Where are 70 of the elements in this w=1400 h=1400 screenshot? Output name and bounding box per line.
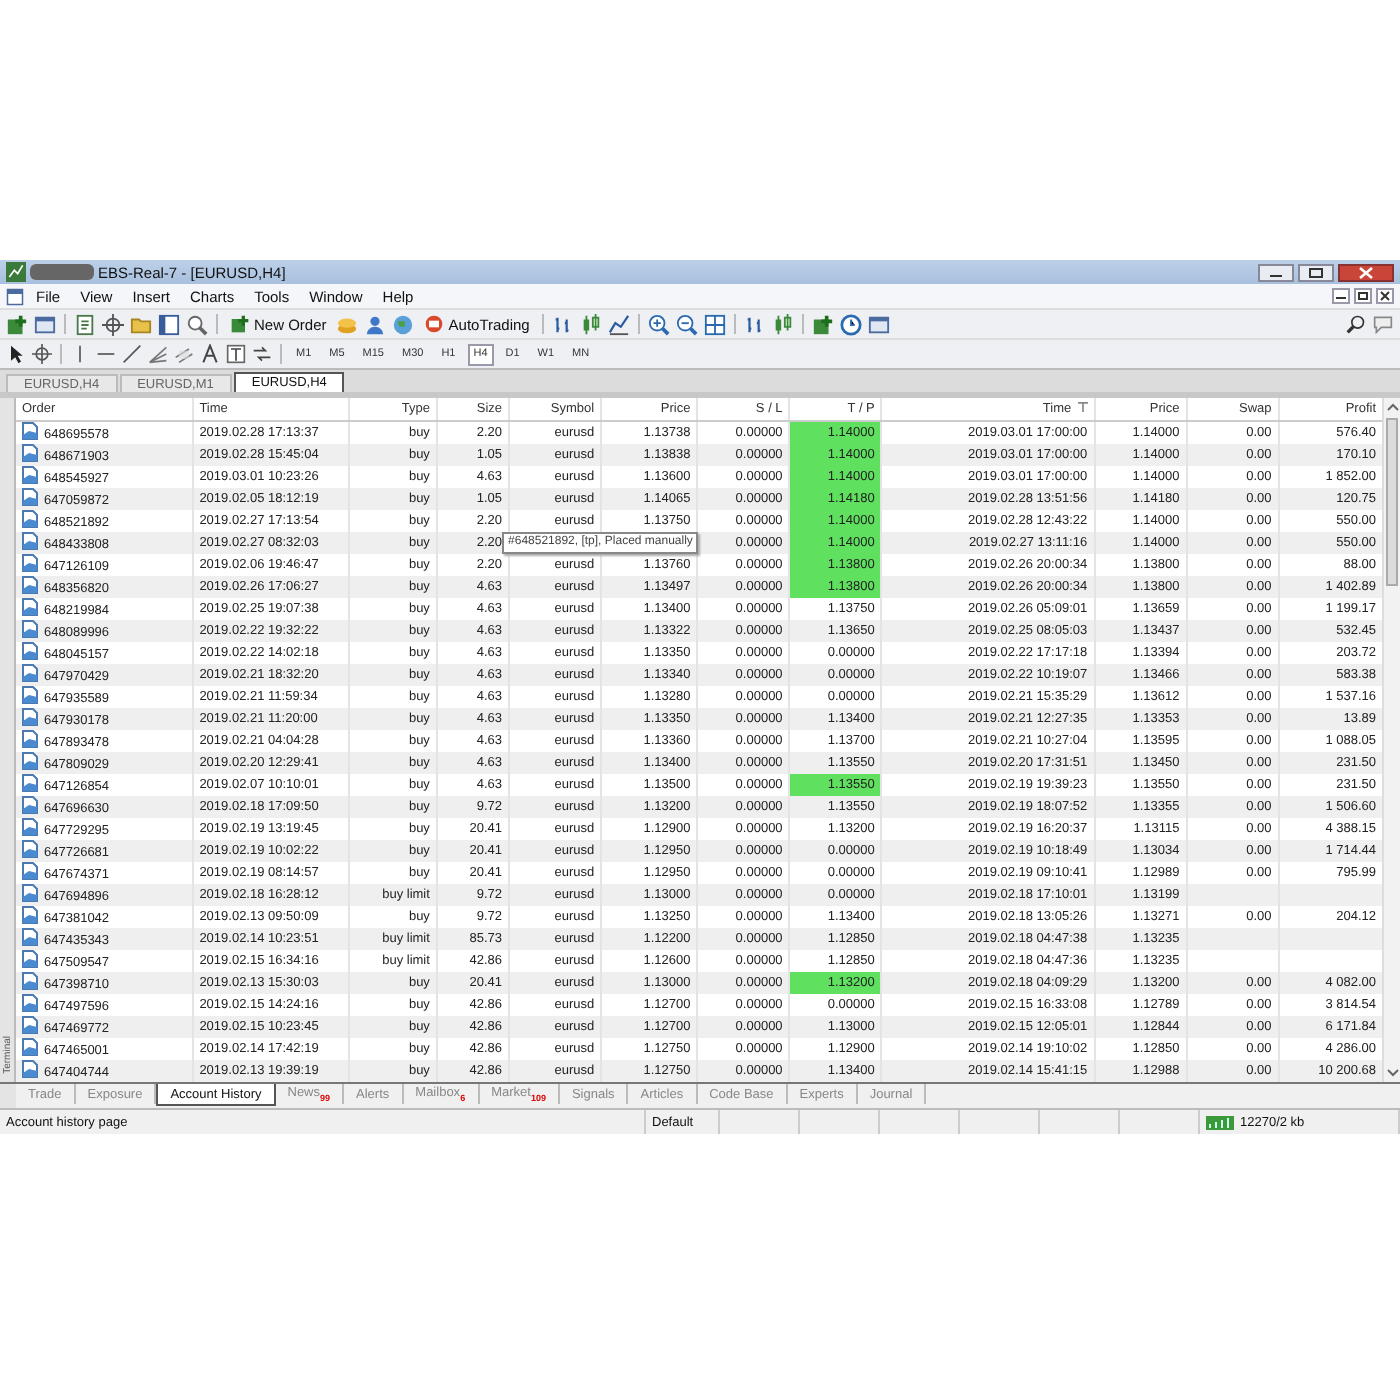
plus-icon bbox=[230, 314, 250, 334]
magnifier-icon[interactable] bbox=[186, 313, 208, 335]
restore-icon[interactable] bbox=[1298, 263, 1334, 281]
letter-icon[interactable] bbox=[200, 344, 220, 364]
connection-icon bbox=[1206, 1115, 1234, 1129]
panel-icon[interactable] bbox=[158, 313, 180, 335]
document-icon bbox=[22, 862, 38, 880]
crosshair-icon[interactable] bbox=[32, 344, 52, 364]
fan-icon[interactable] bbox=[148, 344, 168, 364]
close-icon[interactable] bbox=[1376, 288, 1394, 304]
document-icon bbox=[22, 730, 38, 748]
trend-line-icon[interactable] bbox=[122, 344, 142, 364]
arrows-icon[interactable] bbox=[252, 344, 272, 364]
plus-icon[interactable] bbox=[6, 313, 28, 335]
document-icon bbox=[22, 708, 38, 726]
document-icon bbox=[22, 466, 38, 484]
document-icon bbox=[22, 598, 38, 616]
channel-icon[interactable] bbox=[174, 344, 194, 364]
document-icon[interactable] bbox=[74, 313, 96, 335]
scroll-up-icon[interactable] bbox=[1385, 402, 1399, 414]
scroll-down-icon[interactable] bbox=[1385, 1066, 1399, 1078]
minimize-icon[interactable] bbox=[1258, 263, 1294, 281]
document-icon bbox=[22, 774, 38, 792]
text-label-icon[interactable] bbox=[226, 344, 246, 364]
zoom-out-icon[interactable] bbox=[675, 313, 698, 335]
document-icon bbox=[22, 620, 38, 638]
scrollbar[interactable] bbox=[1382, 398, 1400, 1082]
document-icon bbox=[22, 532, 38, 550]
document-icon bbox=[22, 576, 38, 594]
document-icon bbox=[22, 554, 38, 572]
document-icon bbox=[22, 488, 38, 506]
window-icon[interactable] bbox=[34, 313, 56, 335]
document-icon bbox=[22, 642, 38, 660]
search-icon[interactable] bbox=[1346, 314, 1366, 334]
document-icon bbox=[22, 1038, 38, 1056]
close-icon[interactable] bbox=[1338, 263, 1394, 281]
document-icon bbox=[22, 840, 38, 858]
restore-icon[interactable] bbox=[1354, 288, 1372, 304]
document-icon bbox=[22, 972, 38, 990]
document-icon bbox=[22, 510, 38, 528]
document-icon bbox=[22, 686, 38, 704]
zoom-in-icon[interactable] bbox=[647, 313, 670, 335]
candlestick-icon[interactable] bbox=[579, 313, 602, 335]
crosshair-icon[interactable] bbox=[102, 313, 124, 335]
sort-icon bbox=[1077, 402, 1088, 412]
document-icon bbox=[22, 664, 38, 682]
document-icon bbox=[22, 994, 38, 1012]
cursor-icon[interactable] bbox=[6, 344, 26, 364]
document-icon bbox=[22, 818, 38, 836]
document-icon bbox=[22, 906, 38, 924]
plus-icon[interactable] bbox=[811, 313, 834, 335]
document-icon bbox=[22, 1016, 38, 1034]
document-icon bbox=[22, 796, 38, 814]
candlestick-icon[interactable] bbox=[771, 313, 794, 335]
bar-chart-icon[interactable] bbox=[551, 313, 574, 335]
document-icon bbox=[22, 884, 38, 902]
clock-icon[interactable] bbox=[839, 313, 862, 335]
minimize-icon[interactable] bbox=[1332, 288, 1350, 304]
line-chart-icon[interactable] bbox=[607, 313, 630, 335]
document-icon bbox=[22, 422, 38, 440]
person-icon[interactable] bbox=[364, 313, 387, 335]
redacted-mark bbox=[30, 264, 94, 280]
bar-chart-icon[interactable] bbox=[743, 313, 766, 335]
document-icon bbox=[22, 752, 38, 770]
document-icon bbox=[22, 444, 38, 462]
globe-icon[interactable] bbox=[392, 313, 415, 335]
grid-icon[interactable] bbox=[703, 313, 726, 335]
window-icon[interactable] bbox=[867, 313, 890, 335]
document-icon bbox=[22, 928, 38, 946]
document-icon bbox=[22, 950, 38, 968]
